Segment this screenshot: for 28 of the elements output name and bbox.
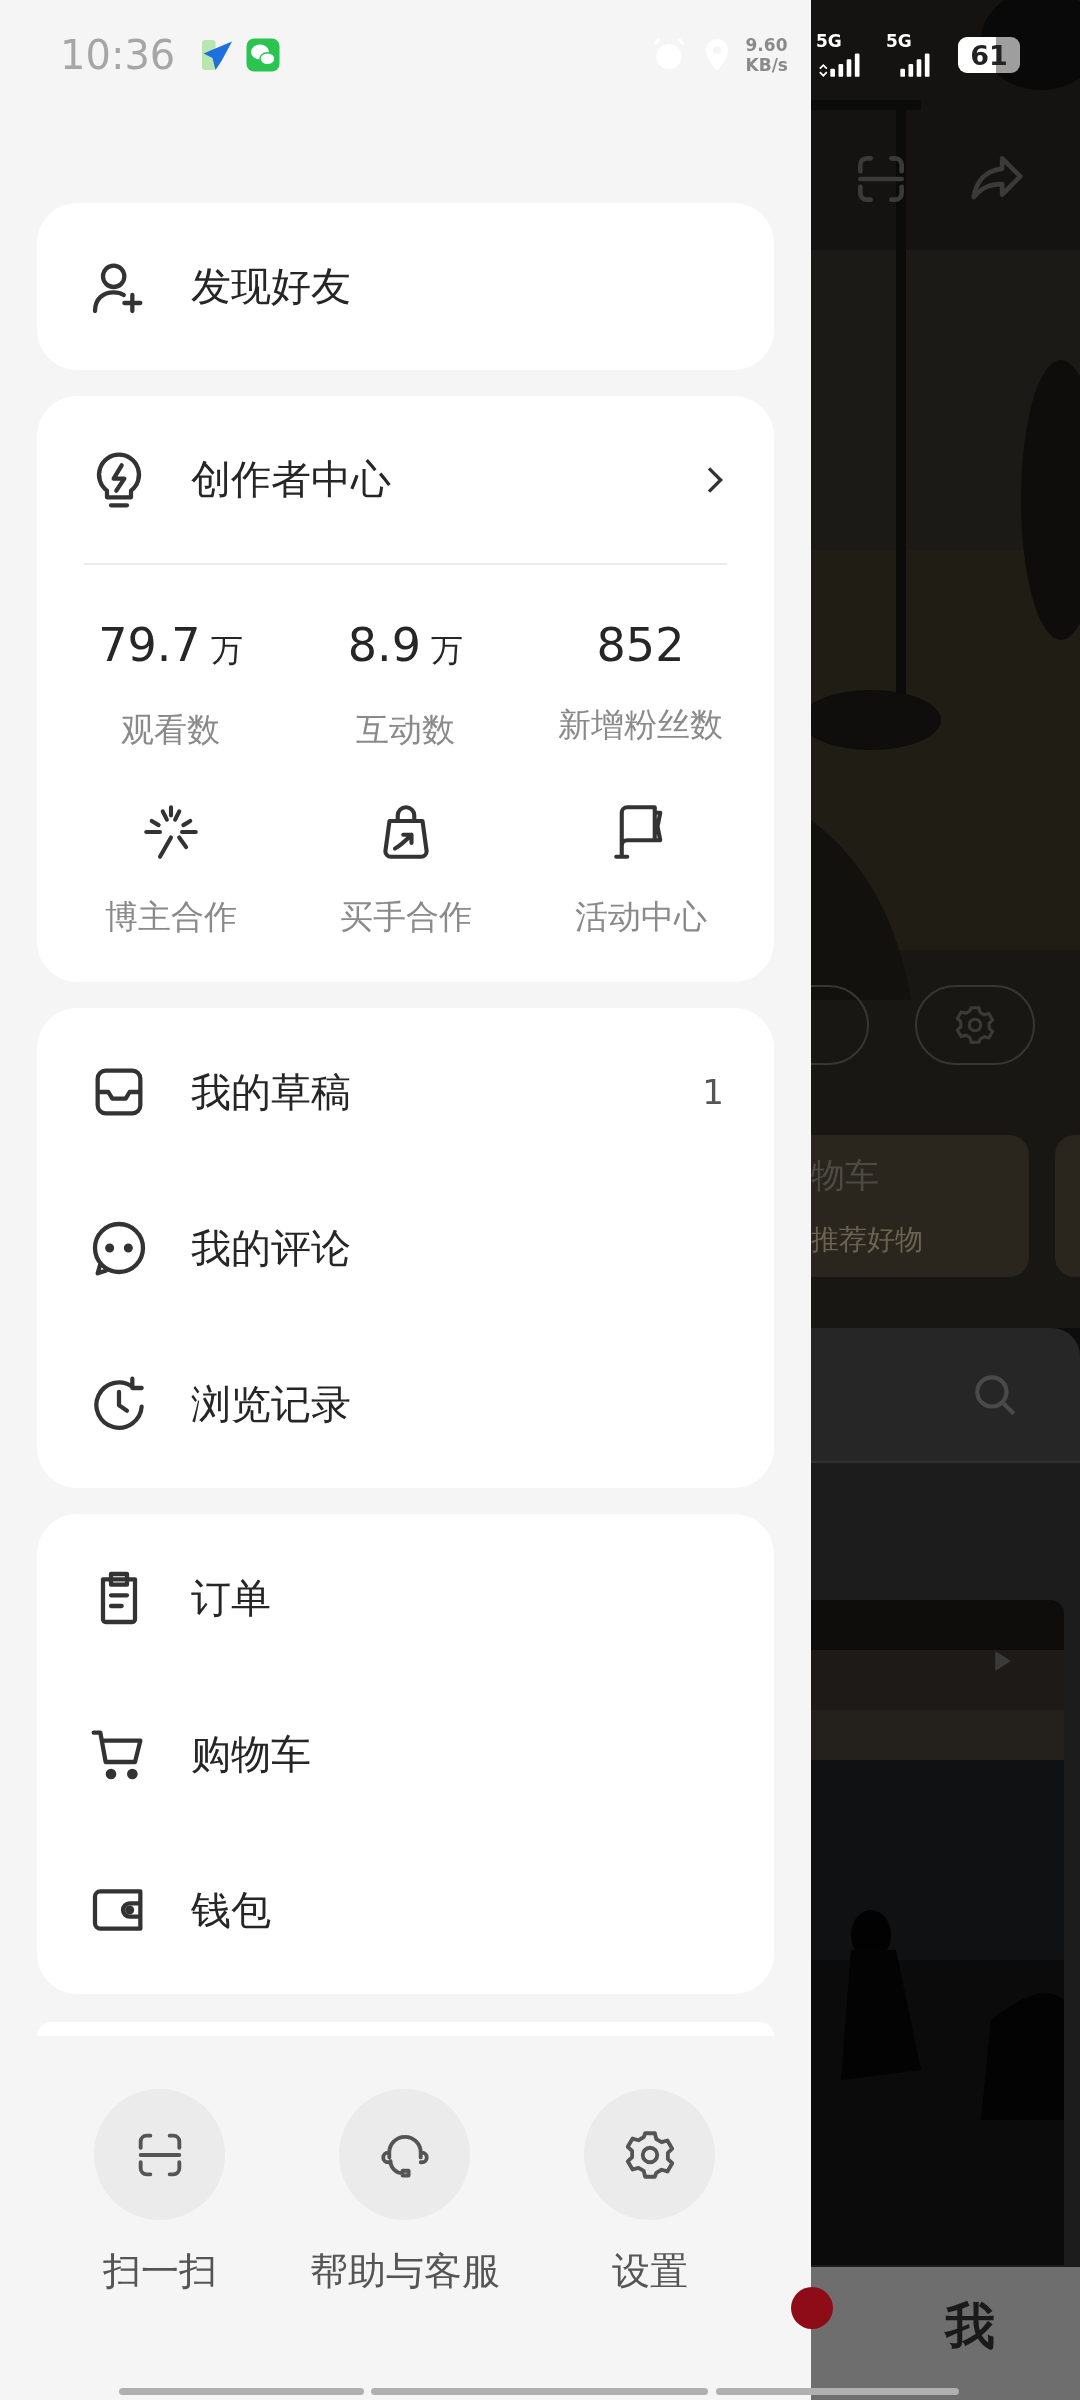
menu-item[interactable]: 我的评论	[37, 1170, 774, 1326]
battery-indicator: 61	[958, 37, 1020, 73]
speed-unit: KB/s	[745, 55, 788, 75]
creator-center-item[interactable]: 创作者中心	[37, 396, 774, 563]
find-friends-item[interactable]: 发现好友	[37, 203, 774, 370]
menu-item[interactable]: 浏览记录	[37, 1326, 774, 1482]
stat-label: 新增粉丝数	[558, 704, 723, 746]
gesture-bar[interactable]	[119, 2388, 364, 2395]
stat-label: 互动数	[356, 709, 455, 751]
network-type: 5G	[886, 32, 913, 50]
settings-pill-button[interactable]	[915, 985, 1035, 1065]
menu-item[interactable]: 购物车	[37, 1676, 774, 1832]
notification-dot	[791, 2287, 833, 2329]
gesture-bar[interactable]	[716, 2388, 959, 2395]
menu-item[interactable]: 订单	[37, 1520, 774, 1676]
network-type: 5G	[816, 32, 843, 50]
stat-label: 观看数	[121, 709, 220, 751]
status-time: 10:36	[60, 32, 176, 78]
action-label: 帮助与客服	[309, 2248, 500, 2295]
menu-item[interactable]: 我的草稿 1	[37, 1014, 774, 1170]
stat-value: 79.7 万	[98, 617, 243, 674]
action-label: 设置	[611, 2248, 688, 2295]
stat-value: 852	[596, 617, 685, 674]
menu-item[interactable]: 钱包	[37, 1832, 774, 1988]
stat-value: 8.9 万	[347, 617, 464, 674]
network-speed: 9.60	[745, 35, 788, 55]
action-label: 扫一扫	[102, 2248, 217, 2295]
gesture-bar[interactable]	[371, 2388, 708, 2395]
